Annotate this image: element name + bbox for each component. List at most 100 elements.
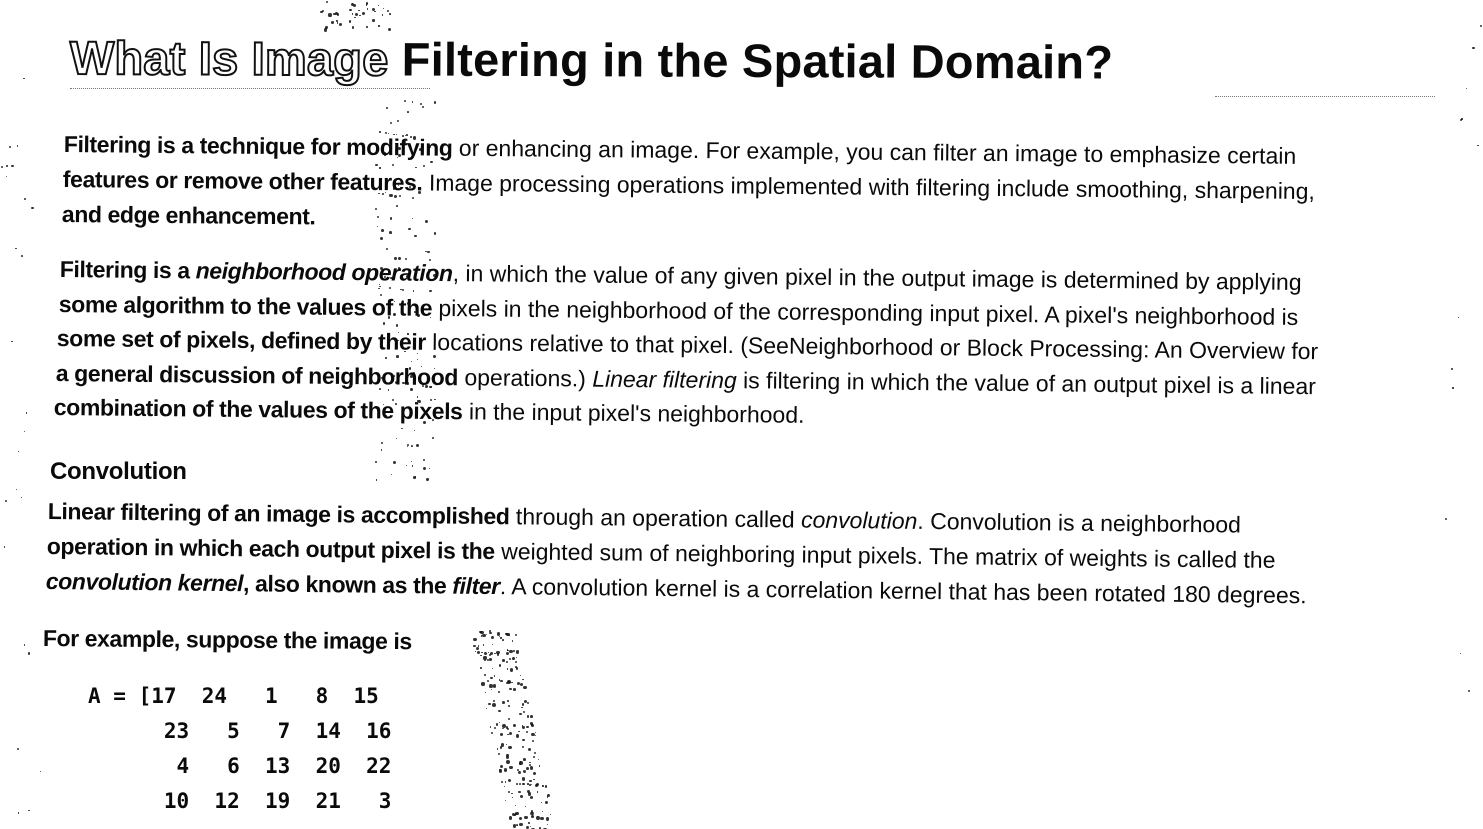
noise-speck xyxy=(511,796,513,799)
noise-speck xyxy=(1452,387,1454,389)
noise-speck xyxy=(430,160,433,163)
noise-speck xyxy=(522,678,524,681)
noise-speck xyxy=(396,355,400,358)
noise-speck xyxy=(524,815,529,820)
para3-line3: convolution kernel, also known as the fi… xyxy=(45,568,1307,609)
noise-speck xyxy=(358,9,360,12)
noise-speck xyxy=(31,206,34,210)
page-title-faded-part: What Is Image xyxy=(69,30,402,86)
noise-speck xyxy=(531,815,535,818)
noise-speck xyxy=(492,684,497,688)
noise-speck xyxy=(506,681,509,684)
noise-speck xyxy=(380,449,383,451)
noise-speck xyxy=(534,731,536,733)
noise-speck xyxy=(422,106,425,109)
noise-speck xyxy=(411,197,414,200)
noise-speck xyxy=(379,131,381,133)
noise-speck xyxy=(490,731,493,734)
noise-speck xyxy=(385,106,388,109)
noise-speck xyxy=(502,727,504,729)
noise-speck xyxy=(529,779,532,783)
noise-speck xyxy=(28,809,31,812)
noise-speck xyxy=(532,755,536,759)
noise-speck xyxy=(1476,144,1479,147)
noise-speck xyxy=(533,778,535,781)
noise-speck xyxy=(393,186,395,189)
noise-speck xyxy=(513,688,516,691)
noise-speck xyxy=(330,21,334,24)
noise-speck xyxy=(385,357,387,359)
page-title-main-part: Filtering in the Spatial Domain? xyxy=(401,32,1114,89)
noise-speck xyxy=(518,790,521,794)
noise-speck xyxy=(490,652,494,656)
noise-speck xyxy=(23,198,26,201)
noise-speck xyxy=(503,785,506,788)
noise-speck xyxy=(498,752,501,755)
noise-speck xyxy=(424,219,428,223)
noise-speck xyxy=(25,412,28,414)
noise-speck xyxy=(376,215,380,218)
noise-speck xyxy=(513,650,515,652)
noise-speck xyxy=(410,136,413,138)
noise-speck xyxy=(515,667,519,670)
noise-speck xyxy=(507,699,510,702)
noise-speck xyxy=(549,813,552,816)
noise-speck xyxy=(481,651,483,653)
noise-speck xyxy=(1459,118,1462,121)
example-intro: For example, suppose the image is xyxy=(42,625,412,655)
noise-speck xyxy=(509,649,513,654)
noise-speck xyxy=(11,164,14,167)
noise-speck xyxy=(492,700,495,702)
noise-speck xyxy=(508,745,512,750)
noise-speck xyxy=(477,651,481,655)
noise-speck xyxy=(508,816,513,820)
noise-speck xyxy=(372,19,375,22)
noise-speck xyxy=(412,101,414,103)
para2-line2: some algorithm to the values of the pixe… xyxy=(58,291,1299,330)
noise-speck xyxy=(381,376,384,379)
noise-speck xyxy=(542,811,544,813)
noise-speck xyxy=(522,745,525,748)
noise-speck xyxy=(501,780,504,783)
noise-speck xyxy=(378,25,380,27)
noise-speck xyxy=(378,5,380,7)
noise-speck xyxy=(520,682,524,686)
noise-speck xyxy=(381,229,384,232)
noise-speck xyxy=(406,134,408,136)
noise-speck xyxy=(489,726,492,728)
noise-speck xyxy=(509,668,514,672)
noise-speck xyxy=(519,822,523,827)
noise-speck xyxy=(480,654,482,657)
noise-speck xyxy=(354,13,358,17)
noise-speck xyxy=(509,657,512,660)
noise-speck xyxy=(526,725,529,729)
noise-speck xyxy=(393,194,397,198)
noise-speck xyxy=(473,637,477,642)
noise-speck xyxy=(394,149,397,152)
noise-speck xyxy=(507,733,509,736)
noise-speck xyxy=(531,739,535,742)
noise-speck xyxy=(401,288,404,292)
noise-speck xyxy=(511,793,513,795)
noise-speck xyxy=(523,700,527,704)
noise-speck xyxy=(389,217,392,220)
noise-speck xyxy=(0,166,3,169)
noise-speck xyxy=(484,674,486,676)
noise-speck xyxy=(391,163,394,166)
noise-speck xyxy=(505,755,509,760)
noise-speck xyxy=(514,804,517,807)
noise-speck xyxy=(17,812,20,814)
noise-speck xyxy=(15,247,17,250)
noise-speck xyxy=(495,723,499,726)
noise-speck xyxy=(533,771,537,775)
noise-speck xyxy=(20,496,23,498)
noise-speck xyxy=(515,734,520,738)
noise-speck xyxy=(411,217,414,219)
noise-speck xyxy=(404,100,407,103)
noise-speck xyxy=(482,644,485,646)
noise-speck xyxy=(502,659,505,662)
noise-speck xyxy=(545,801,549,805)
noise-speck xyxy=(516,782,519,785)
noise-speck xyxy=(486,679,489,683)
matrix-row-3: 4 6 13 20 22 xyxy=(88,754,392,778)
